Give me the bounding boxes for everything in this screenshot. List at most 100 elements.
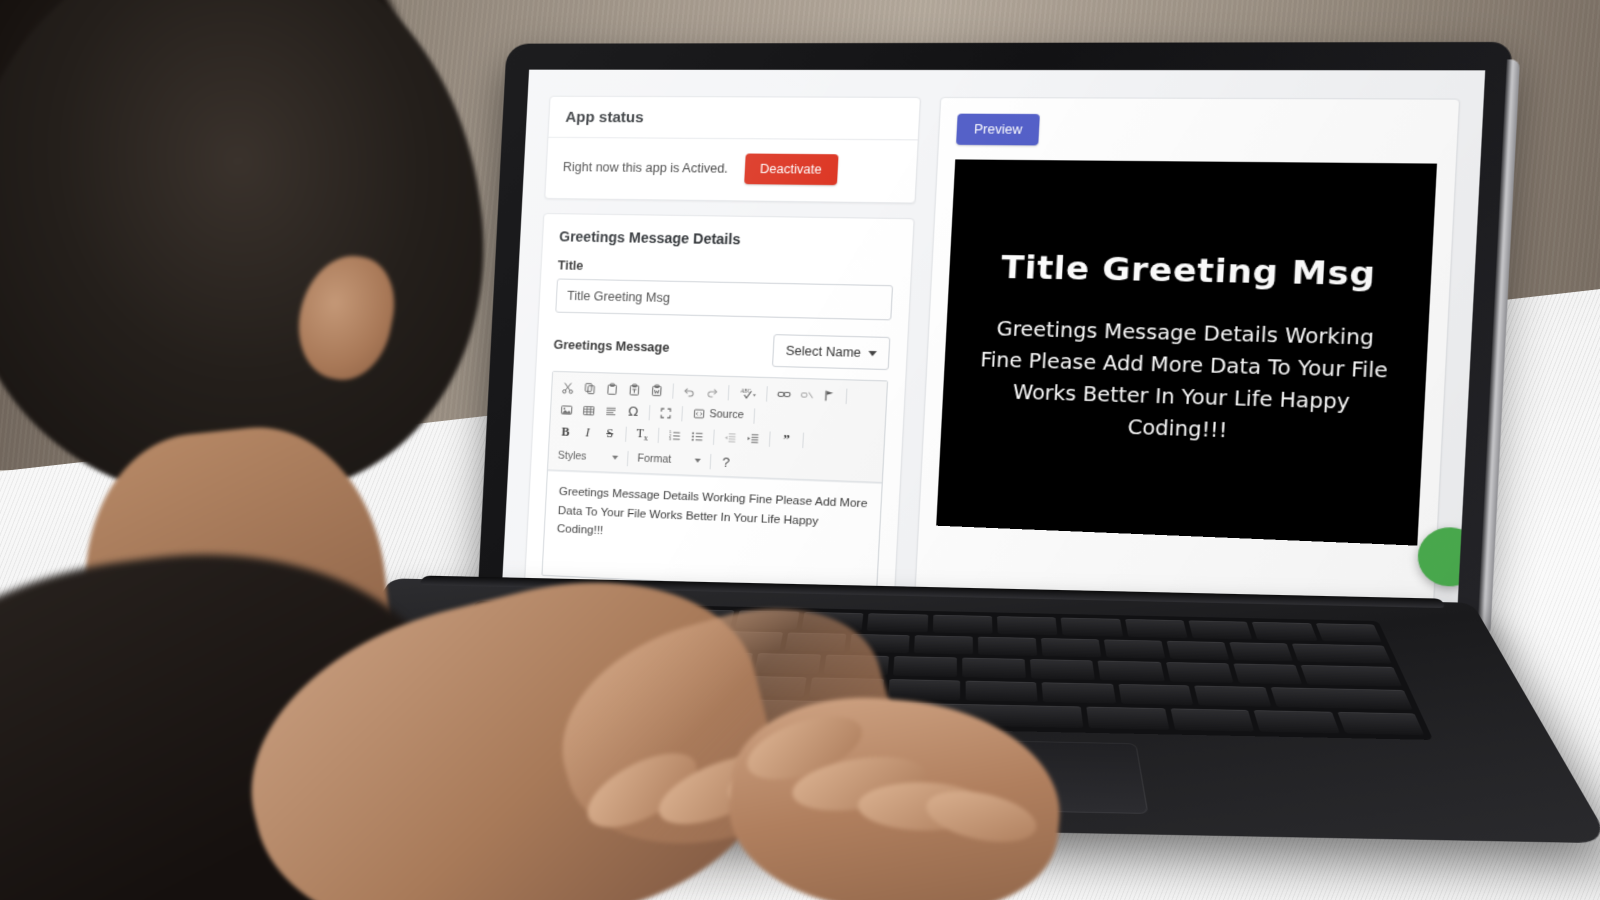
link-icon[interactable] [772,383,795,404]
key [913,635,973,655]
preview-card: Preview Title Greeting Msg Greetings Mes… [914,96,1461,623]
format-label: Format [637,452,672,466]
toolbar-separator [845,388,848,404]
copy-icon[interactable] [579,378,601,399]
key [1300,665,1402,687]
laptop-screen: App status Right now this app is Actived… [502,69,1486,624]
italic-icon[interactable]: I [577,422,599,443]
strikethrough-icon[interactable]: S [599,423,621,444]
title-input[interactable] [555,278,894,321]
paste-text-icon[interactable] [623,379,645,400]
undo-icon[interactable] [678,381,701,402]
numbered-list-icon[interactable]: 1 2 3 [664,425,687,446]
preview-button[interactable]: Preview [956,113,1041,146]
key [1041,682,1116,704]
special-char-icon[interactable]: Ω [622,401,644,422]
toolbar-separator [712,429,715,445]
format-dropdown[interactable]: Format [633,448,706,471]
svg-text:ABC: ABC [740,388,751,395]
indent-icon[interactable] [742,427,765,448]
greetings-details-body: Greetings Message Details Title Greeting… [525,214,914,609]
key [1124,619,1188,638]
key [1170,708,1255,732]
toolbar-separator [672,382,675,399]
key [1251,621,1318,641]
key [1232,663,1302,685]
key [1229,641,1293,662]
key [996,616,1058,635]
finger [921,782,1041,851]
toolbar-separator [753,407,756,424]
key [1253,710,1340,734]
select-name-dropdown[interactable]: Select Name [772,334,891,371]
help-icon[interactable]: ? [716,454,737,470]
key [965,680,1039,703]
toolbar-separator [657,427,660,443]
left-column: App status Right now this app is Actived… [523,95,922,611]
preview-stage-body: Greetings Message Details Working Fine P… [979,317,1389,443]
app-status-heading: App status [548,96,920,141]
unlink-icon[interactable] [795,384,818,405]
key [1315,623,1382,643]
bold-icon[interactable]: B [554,421,576,442]
key [977,636,1038,657]
greetings-details-card: Greetings Message Details Title Greeting… [523,212,915,611]
status-row: Right now this app is Actived. Deactivat… [562,152,900,186]
paste-icon[interactable] [601,378,623,399]
key [1165,662,1234,683]
redo-icon[interactable] [701,381,724,402]
preview-stage: Title Greeting Msg Greetings Message Det… [936,159,1438,546]
editor-toolbar: ABC Ω Source B I S Tx 1 2 3 ” Styles For… [547,371,888,483]
right-column: Preview Title Greeting Msg Greetings Mes… [914,96,1461,623]
toolbar-separator [625,426,627,442]
title-field-label: Title [557,258,584,273]
anchor-icon[interactable] [818,385,841,406]
key [887,678,961,701]
message-label-row: Greetings Message Select Name [553,329,891,371]
horizontal-rule-icon[interactable] [600,401,622,422]
blockquote-icon[interactable]: ” [775,429,798,450]
spellcheck-icon[interactable]: ABC [734,382,762,403]
key [866,613,928,633]
bulleted-list-icon[interactable] [686,426,709,447]
key [893,656,957,677]
toolbar-separator [768,430,771,447]
toolbar-separator [648,404,651,420]
toolbar-separator [802,432,805,448]
toolbar-separator [727,384,730,400]
maximize-icon[interactable] [655,402,678,423]
remove-format-icon[interactable]: Tx [631,424,653,445]
paste-word-icon[interactable] [646,380,668,401]
toolbar-separator [766,385,768,402]
deactivate-button[interactable]: Deactivate [743,153,839,186]
editor-content-area[interactable]: Greetings Message Details Working Fine P… [542,470,882,591]
styles-label: Styles [557,449,587,463]
table-icon[interactable] [578,400,600,421]
svg-text:3: 3 [669,436,672,441]
key [1030,659,1096,680]
key [962,657,1027,679]
toolbar-separator [681,405,684,421]
source-button[interactable]: Source [687,403,749,425]
key [1040,637,1102,658]
chevron-down-icon [694,458,701,463]
key [1086,706,1170,730]
web-app: App status Right now this app is Actived… [502,69,1486,624]
key [1060,617,1123,637]
select-name-label: Select Name [785,343,862,361]
laptop-lid: App status Right now this app is Actived… [477,41,1521,654]
styles-dropdown[interactable]: Styles [553,445,623,468]
outdent-icon[interactable] [719,427,742,448]
image-icon[interactable] [556,399,578,420]
toolbar-separator [626,450,629,466]
key [1103,639,1166,659]
chevron-down-icon [611,455,619,460]
source-label: Source [709,408,745,422]
preview-stage-title: Title Greeting Msg [1000,248,1377,294]
key [1188,620,1253,640]
key [1337,712,1425,736]
cut-icon[interactable] [557,377,579,398]
app-status-message: Right now this app is Actived. [562,160,729,176]
chevron-down-icon [868,350,877,356]
key [1097,660,1165,682]
